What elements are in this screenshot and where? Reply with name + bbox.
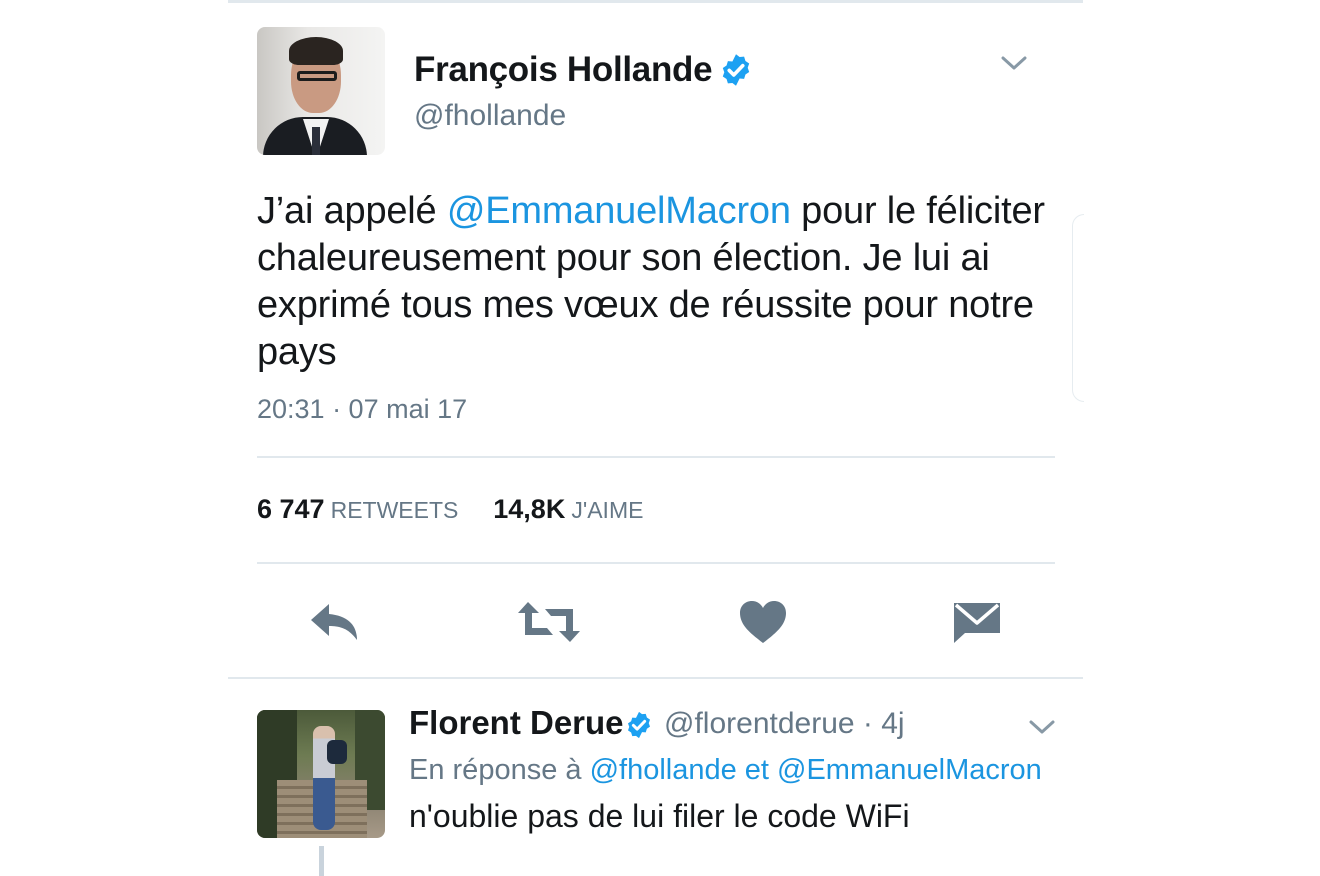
tweet-text: J’ai appelé @EmmanuelMacron pour le féli… xyxy=(257,188,1057,376)
envelope-icon xyxy=(954,603,1000,643)
reply-context-mentions[interactable]: @fhollande et @EmmanuelMacron xyxy=(590,754,1042,786)
retweets-count: 6 747 xyxy=(257,494,325,524)
adjacent-card-edge xyxy=(1072,214,1084,402)
divider xyxy=(257,456,1055,458)
author-handle[interactable]: @fhollande xyxy=(414,99,566,133)
retweets-stat[interactable]: 6 747 RETWEETS xyxy=(257,494,463,524)
reply-context-prefix: En réponse à xyxy=(409,754,590,786)
mention-link[interactable]: @EmmanuelMacron xyxy=(447,190,791,232)
reply-text: n'oublie pas de lui filer le code WiFi xyxy=(409,798,910,834)
like-button[interactable] xyxy=(728,594,798,650)
reply-author-handle[interactable]: @florentderue · 4j xyxy=(664,707,905,741)
likes-label: J'AIME xyxy=(571,497,644,523)
divider xyxy=(257,562,1055,564)
retweet-icon xyxy=(518,602,580,642)
verified-badge-icon xyxy=(722,54,750,86)
reply-author-name[interactable]: Florent Derue xyxy=(409,704,624,742)
thread-connector xyxy=(319,846,324,876)
retweets-label: RETWEETS xyxy=(330,497,459,523)
tweet-text-start: J’ai appelé xyxy=(257,190,447,232)
reply-context: En réponse à @fhollande et @EmmanuelMacr… xyxy=(409,754,1042,787)
reply-author-avatar[interactable] xyxy=(257,710,385,838)
chevron-down-icon[interactable] xyxy=(1000,54,1028,72)
reply-button[interactable] xyxy=(300,594,370,650)
chevron-down-icon[interactable] xyxy=(1028,718,1056,736)
heart-icon xyxy=(740,601,786,643)
divider xyxy=(228,677,1083,679)
direct-message-button[interactable] xyxy=(942,594,1012,650)
retweet-button[interactable] xyxy=(514,594,584,650)
verified-badge-icon xyxy=(628,711,650,739)
likes-stat[interactable]: 14,8K J'AIME xyxy=(493,494,643,524)
author-name[interactable]: François Hollande xyxy=(414,50,713,90)
tweet-stats: 6 747 RETWEETS 14,8K J'AIME xyxy=(257,494,643,525)
likes-count: 14,8K xyxy=(493,494,566,524)
author-avatar[interactable] xyxy=(257,27,385,155)
tweet-timestamp[interactable]: 20:31 · 07 mai 17 xyxy=(257,394,467,425)
reply-icon xyxy=(311,604,357,640)
top-divider xyxy=(228,0,1083,3)
